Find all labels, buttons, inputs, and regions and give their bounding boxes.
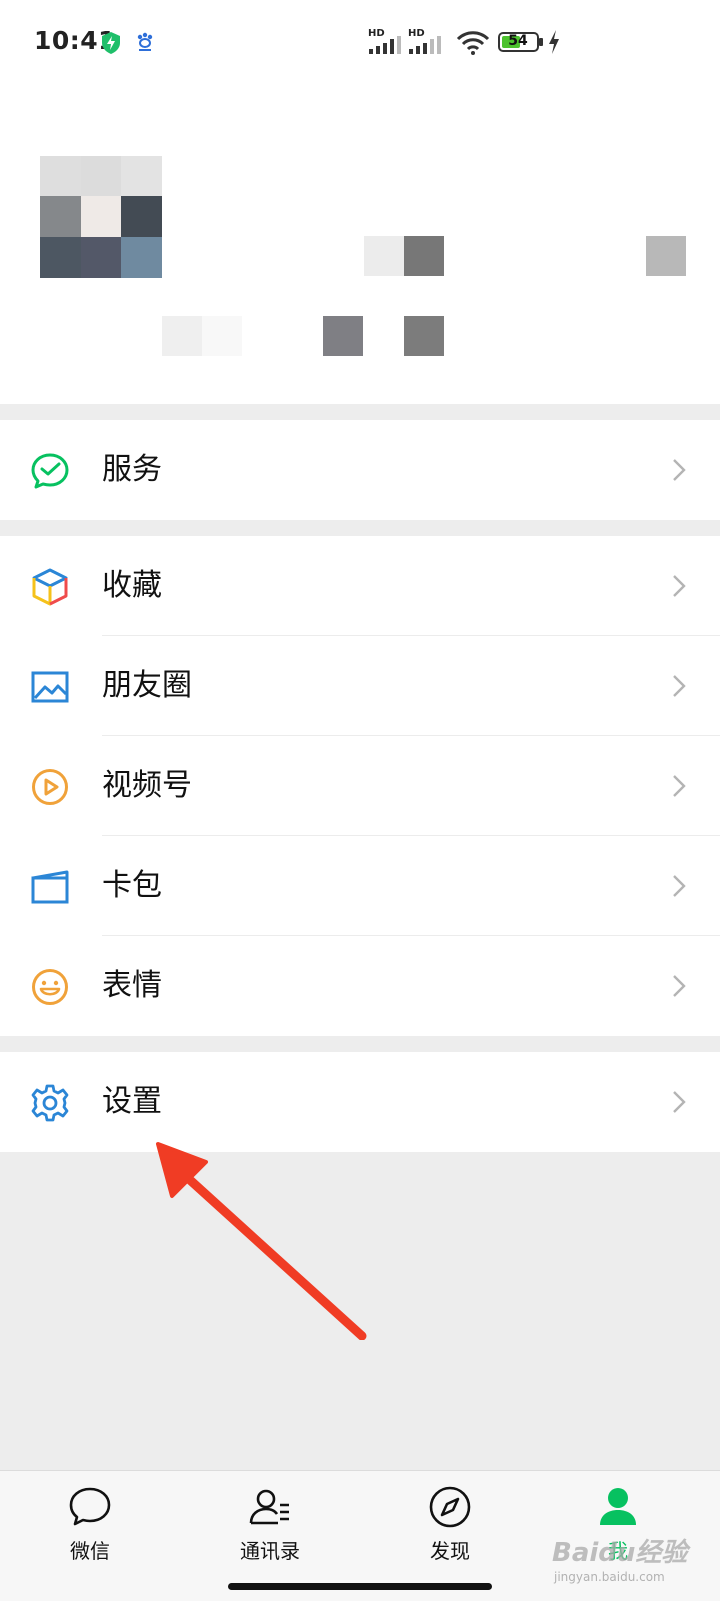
baidu-paw-icon [137, 32, 153, 51]
profile-header[interactable] [0, 86, 720, 404]
menu-item-channels[interactable]: 视频号 [0, 736, 720, 836]
menu-item-label: 设置 [102, 1084, 162, 1119]
menu-item-service[interactable]: 服务 [0, 420, 720, 520]
chevron-right-icon [673, 975, 686, 997]
me-person-icon [600, 1488, 636, 1525]
chat-bubble-icon [69, 1487, 111, 1526]
tab-label: 通讯录 [240, 1539, 300, 1563]
menu-item-label: 表情 [102, 968, 162, 1003]
compass-icon [429, 1486, 471, 1528]
signal-2-icon: HD [408, 28, 444, 54]
menu-item-label: 卡包 [102, 868, 162, 903]
battery-level: 54 [508, 33, 528, 49]
home-indicator[interactable] [228, 1583, 492, 1590]
menu-item-emoji[interactable]: 表情 [0, 936, 720, 1036]
tab-label: 发现 [430, 1539, 470, 1563]
chevron-right-icon [673, 775, 686, 797]
card-wallet-icon [31, 870, 69, 904]
menu-item-moments[interactable]: 朋友圈 [0, 636, 720, 736]
menu-item-label: 朋友圈 [102, 668, 192, 703]
channels-play-icon [32, 769, 68, 805]
tab-label: 微信 [70, 1539, 110, 1563]
charging-bolt-icon [549, 30, 559, 54]
annotation-arrow-icon [156, 1142, 367, 1340]
service-icon [31, 453, 69, 489]
signal-1-icon: HD [368, 28, 404, 54]
tab-chats[interactable]: 微信 [30, 1485, 150, 1564]
menu-item-settings[interactable]: 设置 [0, 1052, 720, 1152]
contacts-icon [249, 1489, 289, 1525]
settings-gear-icon [31, 1084, 69, 1122]
menu-item-favorites[interactable]: 收藏 [0, 536, 720, 636]
menu-group-settings: 设置 [0, 1052, 720, 1152]
chevron-right-icon [673, 1091, 686, 1113]
chevron-right-icon [673, 875, 686, 897]
chevron-right-icon [673, 575, 686, 597]
chevron-right-icon [673, 675, 686, 697]
avatar[interactable] [40, 156, 162, 278]
status-bar: 10:41 HD HD 54 [0, 0, 720, 86]
chevron-right-icon [673, 459, 686, 481]
menu-item-label: 服务 [102, 452, 162, 487]
moments-picture-icon [31, 671, 69, 703]
tab-contacts[interactable]: 通讯录 [210, 1485, 330, 1564]
emoji-smiley-icon [32, 969, 68, 1005]
wifi-icon [456, 31, 490, 55]
watermark-url: jingyan.baidu.com [554, 1570, 665, 1584]
menu-group-services: 服务 [0, 420, 720, 520]
menu-item-label: 视频号 [102, 768, 192, 803]
tab-discover[interactable]: 发现 [390, 1485, 510, 1564]
menu-item-label: 收藏 [102, 568, 162, 603]
menu-item-card-wallet[interactable]: 卡包 [0, 836, 720, 936]
battery-indicator: 54 [498, 32, 544, 52]
menu-group-main: 收藏 朋友圈 视频号 卡包 表情 [0, 536, 720, 1036]
security-shield-icon [102, 32, 120, 54]
favorites-cube-icon [32, 568, 68, 606]
watermark-brand: Baidu经验 [552, 1538, 688, 1568]
